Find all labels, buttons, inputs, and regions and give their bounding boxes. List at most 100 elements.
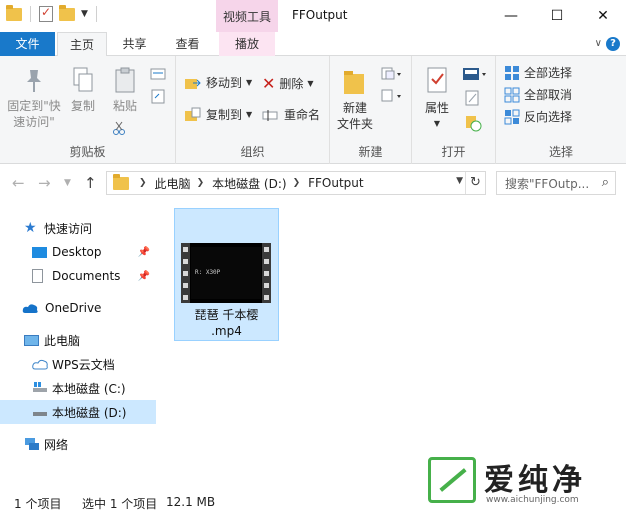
rename-button[interactable]: 重命名 xyxy=(262,106,320,123)
sidebar-item-desktop[interactable]: Desktop 📌 xyxy=(0,240,156,264)
new-folder-icon[interactable] xyxy=(59,4,75,21)
invert-selection-label: 反向选择 xyxy=(524,110,573,124)
drive-icon xyxy=(33,412,47,416)
address-bar[interactable]: ❯ 此电脑 ❯ 本地磁盘 (D:) ❯ FFOutput ▼ ↻ xyxy=(106,171,486,195)
divider xyxy=(30,6,31,22)
new-folder-icon xyxy=(344,71,364,94)
group-label-select: 选择 xyxy=(548,145,573,159)
folder-icon xyxy=(113,173,129,190)
tab-play[interactable]: 播放 xyxy=(219,32,275,56)
recent-locations-icon[interactable]: ▼ xyxy=(64,178,71,188)
sidebar-item-label: 快速访问 xyxy=(44,221,93,236)
sidebar-item-wps-cloud[interactable]: WPS云文档 xyxy=(0,352,156,376)
select-none-button[interactable]: 全部取消 xyxy=(504,86,572,103)
select-none-icon xyxy=(504,87,520,102)
breadcrumb-ffoutput[interactable]: FFOutput xyxy=(308,176,364,190)
paste-icon xyxy=(115,67,135,93)
tab-file[interactable]: 文件 xyxy=(0,32,55,56)
file-extension: .mp4 xyxy=(211,324,242,338)
folder-icon xyxy=(6,4,22,21)
sidebar-item-quick-access[interactable]: ★ 快速访问 xyxy=(0,216,156,240)
ribbon-tabs: 文件 主页 共享 查看 播放 ∨ ? xyxy=(0,32,626,57)
back-arrow-icon[interactable]: ← xyxy=(12,174,25,192)
copy-to-button[interactable]: 复制到 ▼ xyxy=(184,106,252,123)
sidebar-item-drive-d[interactable]: 本地磁盘 (D:) xyxy=(0,400,156,424)
invert-selection-button[interactable]: 反向选择 xyxy=(504,108,572,125)
copy-button[interactable]: 复制 xyxy=(66,66,100,114)
move-to-icon xyxy=(185,78,201,89)
new-item-icon[interactable] xyxy=(380,66,402,82)
group-label-new: 新建 xyxy=(358,145,383,159)
pin-icon xyxy=(27,70,41,92)
rename-icon xyxy=(262,109,278,121)
thumbnail-caption: R: X30P xyxy=(195,269,221,276)
group-label-organize: 组织 xyxy=(240,145,265,159)
file-name-line: 琵琶 千本樱 xyxy=(194,308,259,322)
properties-label: 属性 xyxy=(424,101,449,115)
chevron-right-icon[interactable]: ❯ xyxy=(293,178,301,188)
pin-quick-access-label: 固定到"快 速访问" xyxy=(7,99,61,129)
select-all-icon xyxy=(505,65,519,80)
tab-home[interactable]: 主页 xyxy=(57,32,107,57)
address-dropdown-icon[interactable]: ▼ xyxy=(456,176,463,186)
pin-quick-access-button[interactable]: 固定到"快 速访问" xyxy=(4,66,64,130)
edit-icon[interactable] xyxy=(464,90,480,106)
help-icon[interactable]: ? xyxy=(606,37,620,51)
sidebar-item-documents[interactable]: Documents 📌 xyxy=(0,264,156,288)
pin-icon[interactable]: 📌 xyxy=(138,247,150,258)
sidebar-item-this-pc[interactable]: 此电脑 xyxy=(0,328,156,352)
pin-icon[interactable]: 📌 xyxy=(138,271,150,282)
customize-toolbar-icon[interactable]: ▼ xyxy=(81,9,88,19)
copy-path-icon[interactable] xyxy=(150,68,166,80)
sidebar-item-drive-c[interactable]: 本地磁盘 (C:) xyxy=(0,376,156,400)
copy-icon xyxy=(73,67,93,92)
maximize-button[interactable]: ☐ xyxy=(534,0,580,32)
paste-label: 粘贴 xyxy=(112,99,137,113)
refresh-icon[interactable]: ↻ xyxy=(465,172,485,194)
delete-button[interactable]: ✕ 删除 ▼ xyxy=(262,74,314,93)
move-to-button[interactable]: 移动到 ▼ xyxy=(184,74,252,91)
properties-button[interactable]: 属性 ▼ xyxy=(418,66,456,132)
tab-view[interactable]: 查看 xyxy=(165,32,210,56)
easy-access-icon[interactable] xyxy=(380,88,402,104)
copy-label: 复制 xyxy=(70,99,95,113)
properties-icon[interactable] xyxy=(39,5,53,22)
open-icon[interactable] xyxy=(462,66,488,82)
context-tab-video-tools: 视频工具 xyxy=(216,0,278,32)
search-input[interactable]: 搜索"FFOutp... ⌕ xyxy=(496,171,616,195)
cut-icon[interactable] xyxy=(112,120,126,136)
chevron-right-icon[interactable]: ❯ xyxy=(139,178,147,188)
paste-button[interactable]: 粘贴 xyxy=(108,66,142,114)
collapse-ribbon-icon[interactable]: ∨ xyxy=(595,38,602,49)
sidebar-item-label: 本地磁盘 (C:) xyxy=(52,381,126,396)
search-placeholder: 搜索"FFOutp... xyxy=(505,176,590,191)
history-icon[interactable] xyxy=(464,114,482,132)
file-item[interactable]: R: X30P 琵琶 千本樱 .mp4 xyxy=(174,208,279,341)
film-strip-icon xyxy=(262,243,271,303)
delete-label: 删除 xyxy=(279,77,304,91)
sidebar-item-network[interactable]: 网络 xyxy=(0,432,156,456)
windows-drive-icon xyxy=(33,382,47,392)
close-button[interactable]: ✕ xyxy=(580,0,626,32)
quick-access-toolbar: ▼ xyxy=(6,4,99,22)
window-title: FFOutput xyxy=(292,8,348,22)
group-organize: 移动到 ▼ ✕ 删除 ▼ 复制到 ▼ 重命名 组织 xyxy=(176,56,330,164)
chevron-right-icon[interactable]: ❯ xyxy=(197,178,205,188)
breadcrumb-this-pc[interactable]: 此电脑 xyxy=(155,175,191,192)
video-frame: R: X30P xyxy=(191,247,261,299)
sidebar-item-label: 此电脑 xyxy=(44,333,81,348)
up-arrow-icon[interactable]: ↑ xyxy=(84,174,97,192)
forward-arrow-icon[interactable]: → xyxy=(38,174,51,192)
minimize-button[interactable]: — xyxy=(488,0,534,32)
wps-cloud-icon xyxy=(32,359,48,370)
rename-label: 重命名 xyxy=(284,108,321,122)
tab-share[interactable]: 共享 xyxy=(112,32,157,56)
watermark-url: www.aichunjing.com xyxy=(486,495,579,505)
new-folder-button[interactable]: 新建 文件夹 xyxy=(334,66,376,132)
paste-shortcut-icon[interactable] xyxy=(150,88,166,104)
sidebar-item-onedrive[interactable]: OneDrive xyxy=(0,296,156,320)
select-all-button[interactable]: 全部选择 xyxy=(504,64,572,81)
breadcrumb-drive-d[interactable]: 本地磁盘 (D:) xyxy=(212,175,286,192)
search-icon[interactable]: ⌕ xyxy=(602,175,609,190)
sidebar-item-label: 网络 xyxy=(44,437,69,452)
